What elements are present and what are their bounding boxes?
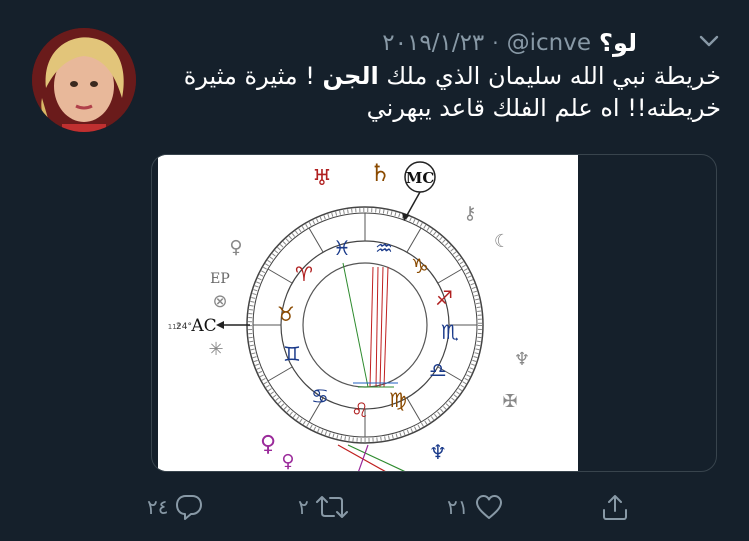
svg-text:✳: ✳	[208, 339, 223, 360]
svg-text:♏: ♏	[441, 320, 459, 344]
astrology-chart-image[interactable]: ♓ ♒ ♑ ♐ ♏ ♎ ♍ ♌ ♋ ♊ ♉ ♈ MC AC 24° 11° EP…	[158, 155, 578, 472]
svg-text:♆: ♆	[514, 349, 530, 370]
ep-label: EP	[210, 271, 230, 287]
svg-text:♅: ♅	[312, 166, 332, 191]
svg-text:♍: ♍	[389, 388, 407, 412]
share-button[interactable]	[600, 484, 630, 530]
tweet-text: خريطة نبي الله سليمان الذي ملك الجن ! مث…	[160, 60, 721, 124]
svg-text:♌: ♌	[351, 398, 369, 422]
svg-text:♄: ♄	[369, 159, 391, 187]
ac-position: 11°	[168, 323, 180, 331]
svg-text:♉: ♉	[277, 302, 295, 326]
svg-text:✠: ✠	[502, 391, 517, 412]
svg-text:♊: ♊	[283, 342, 301, 366]
retweet-button[interactable]: ٢	[298, 484, 349, 530]
share-icon	[600, 492, 630, 522]
svg-text:☾: ☾	[494, 231, 510, 252]
heart-icon	[474, 493, 504, 521]
svg-text:♀: ♀	[281, 451, 294, 472]
ac-label: AC	[190, 316, 216, 336]
user-handle[interactable]: @icnve	[507, 30, 591, 56]
svg-text:♒: ♒	[375, 236, 393, 260]
svg-text:♆: ♆	[429, 440, 447, 464]
tweet-date[interactable]: ٢٠١٩/١/٢٣	[382, 30, 484, 56]
svg-text:♎: ♎	[429, 358, 447, 382]
svg-text:♀: ♀	[260, 432, 276, 457]
tweet-text-bold: الجن	[322, 62, 379, 90]
reply-icon	[174, 493, 204, 521]
display-name[interactable]: لو؟	[599, 29, 637, 57]
retweet-count: ٢	[298, 495, 309, 519]
reply-button[interactable]: ٢٤	[147, 484, 204, 530]
reply-count: ٢٤	[147, 495, 169, 519]
svg-text:♋: ♋	[311, 384, 329, 408]
chevron-down-icon[interactable]	[695, 30, 723, 52]
tweet-actions: ٢٤ ٢ ٢١	[0, 484, 749, 532]
like-count: ٢١	[447, 495, 469, 519]
mc-label: MC	[406, 169, 435, 187]
svg-text:♈: ♈	[295, 262, 313, 286]
svg-text:♑: ♑	[411, 254, 429, 278]
tweet-text-part1: خريطة نبي الله سليمان الذي ملك	[378, 62, 721, 90]
svg-text:⚷: ⚷	[463, 203, 476, 224]
retweet-icon	[315, 493, 349, 521]
svg-text:♀: ♀	[229, 237, 242, 258]
avatar[interactable]	[32, 28, 136, 132]
like-button[interactable]: ٢١	[447, 484, 504, 530]
separator-dot: ·	[492, 31, 499, 55]
tweet-media[interactable]: ♓ ♒ ♑ ♐ ♏ ♎ ♍ ♌ ♋ ♊ ♉ ♈ MC AC 24° 11° EP…	[151, 154, 717, 472]
svg-text:⊗: ⊗	[212, 291, 227, 312]
svg-text:♐: ♐	[435, 286, 453, 310]
tweet-header: لو؟ @icnve · ٢٠١٩/١/٢٣	[382, 26, 637, 60]
svg-text:♓: ♓	[333, 236, 351, 260]
